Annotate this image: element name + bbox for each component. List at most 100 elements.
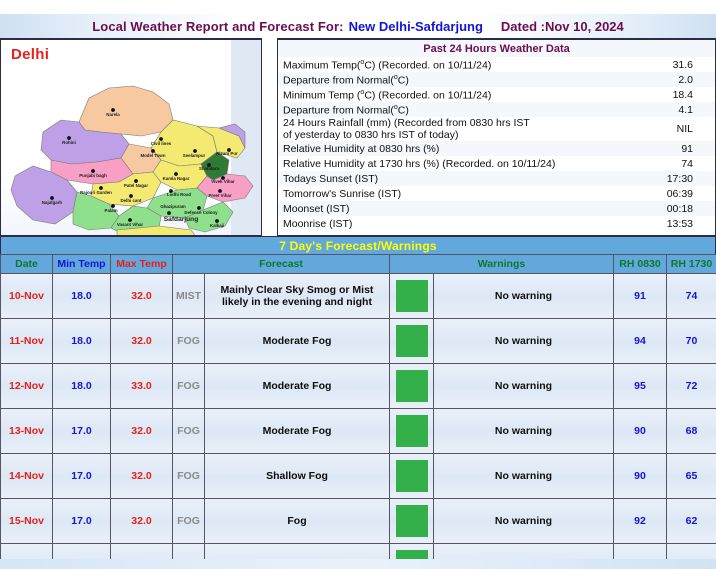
past-24-label: Relative Humidity at 0830 hrs (%) — [278, 141, 624, 156]
column-header-rh-1730[interactable]: RH 1730 — [667, 255, 716, 274]
past-24-label: Todays Sunset (IST) — [278, 171, 624, 186]
report-date: Dated :Nov 10, 2024 — [501, 19, 624, 34]
past-24-row: Maximum Temp(oC) (Recorded. on 10/11/24)… — [278, 57, 715, 72]
map-label-najafgarh: Najafgarh — [42, 200, 63, 205]
past-24-label: Maximum Temp(oC) (Recorded. on 10/11/24) — [278, 57, 624, 72]
warning-icon-cell — [390, 364, 434, 409]
warning-status: No warning — [434, 364, 614, 409]
rh-0830-value: 94 — [614, 319, 667, 364]
forecast-max-temp: 32.0 — [111, 274, 173, 319]
past-24-label: Relative Humidity at 1730 hrs (%) (Recor… — [278, 156, 624, 171]
past-24-value: 13:53 — [624, 216, 715, 231]
map-label-lodhi-road: Lodhi Road — [167, 192, 191, 197]
past-24-heading: Past 24 Hours Weather Data — [278, 40, 715, 57]
past-24-label: 24 Hours Rainfall (mm) (Recorded from 08… — [278, 117, 624, 141]
rh-1730-value: 65 — [667, 454, 716, 499]
column-header-forecast[interactable]: Forecast — [173, 255, 390, 274]
past-24-hours-panel: Past 24 Hours Weather Data Maximum Temp(… — [277, 38, 716, 236]
warning-icon-cell — [390, 319, 434, 364]
map-label-civil-lines: Civil lines — [151, 141, 172, 146]
rh-0830-value: 90 — [614, 454, 667, 499]
forecast-min-temp: 18.0 — [53, 364, 111, 409]
past-24-row: Todays Sunset (IST)17:30 — [278, 171, 715, 186]
forecast-condition-code: MIST — [173, 274, 205, 319]
page-title: Local Weather Report and Forecast For: — [92, 19, 343, 34]
past-24-value: 18.4 — [624, 87, 715, 102]
forecast-condition-code: FOG — [173, 499, 205, 544]
map-label-seelampur: Seelampur — [183, 153, 206, 158]
forecast-max-temp: 32.0 — [111, 499, 173, 544]
rh-1730-value: 72 — [667, 364, 716, 409]
table-row: 13-Nov17.032.0FOGModerate FogNo warning9… — [1, 409, 716, 454]
warning-icon-cell — [390, 409, 434, 454]
delhi-district-map: NarelaRohiniCivil linesModel TownSeelamp… — [1, 40, 262, 236]
forecast-description: Moderate Fog — [205, 364, 390, 409]
forecast-date: 14-Nov — [1, 454, 53, 499]
past-24-value: 2.0 — [624, 72, 715, 87]
warning-status: No warning — [434, 499, 614, 544]
map-label-rohini: Rohini — [62, 140, 76, 145]
forecast-date: 13-Nov — [1, 409, 53, 454]
past-24-label: Moonset (IST) — [278, 201, 624, 216]
map-label-shahdara: Shahdara — [199, 166, 220, 171]
rh-0830-value: 95 — [614, 364, 667, 409]
warning-status: No warning — [434, 409, 614, 454]
forecast-min-temp: 18.0 — [53, 274, 111, 319]
past-24-value: NIL — [624, 117, 715, 141]
table-row: 15-Nov17.032.0FOGFogNo warning9262 — [1, 499, 716, 544]
table-row: 12-Nov18.033.0FOGModerate FogNo warning9… — [1, 364, 716, 409]
map-label-ghazipuram: Ghazipuram — [160, 204, 185, 209]
past-24-row: Minimum Temp (oC) (Recorded. on 10/11/24… — [278, 87, 715, 102]
rh-0830-value: 92 — [614, 499, 667, 544]
map-label-defence-colony: Defence Colony — [184, 210, 218, 215]
delhi-map-panel: Delhi — [0, 38, 262, 236]
forecast-banner-label: 7 Day's Forecast/Warnings — [279, 239, 436, 253]
past-24-value: 17:30 — [624, 171, 715, 186]
map-label-model-town: Model Town — [140, 153, 165, 158]
map-label-palam: Palam — [105, 208, 118, 213]
column-header-warnings[interactable]: Warnings — [390, 255, 614, 274]
rh-1730-value: 62 — [667, 499, 716, 544]
forecast-max-temp: 33.0 — [111, 364, 173, 409]
past-24-label: Tomorrow's Sunrise (IST) — [278, 186, 624, 201]
forecast-table: Date Min Temp Max Temp Forecast Warnings… — [0, 254, 716, 569]
table-row: 11-Nov18.032.0FOGModerate FogNo warning9… — [1, 319, 716, 364]
forecast-condition-code: FOG — [173, 409, 205, 454]
forecast-banner: 7 Day's Forecast/Warnings — [0, 236, 716, 254]
forecast-min-temp: 17.0 — [53, 409, 111, 454]
forecast-date: 10-Nov — [1, 274, 53, 319]
forecast-condition-code: FOG — [173, 319, 205, 364]
map-label-patel-nagar: Patel Nagar — [124, 183, 148, 188]
warning-icon-cell — [390, 454, 434, 499]
page-title-bar: Local Weather Report and Forecast For: N… — [0, 14, 716, 38]
map-label-preet-vihar: Preet Vihar — [208, 193, 231, 198]
map-label-punjabi-bagh: Punjabi bagh — [79, 173, 107, 178]
forecast-description: Fog — [205, 499, 390, 544]
column-header-min-temp[interactable]: Min Temp — [53, 255, 111, 274]
forecast-description: Shallow Fog — [205, 454, 390, 499]
forecast-min-temp: 18.0 — [53, 319, 111, 364]
green-warning-square-icon — [396, 460, 428, 492]
past-24-row: Moonrise (IST)13:53 — [278, 216, 715, 231]
warning-status: No warning — [434, 454, 614, 499]
past-24-value: 74 — [624, 156, 715, 171]
past-24-row: Departure from Normal(oC)2.0 — [278, 72, 715, 87]
past-24-row: 24 Hours Rainfall (mm) (Recorded from 08… — [278, 117, 715, 141]
green-warning-square-icon — [396, 370, 428, 402]
map-title: Delhi — [11, 46, 49, 63]
forecast-max-temp: 32.0 — [111, 319, 173, 364]
green-warning-square-icon — [396, 415, 428, 447]
past-24-row: Moonset (IST)00:18 — [278, 201, 715, 216]
forecast-date: 11-Nov — [1, 319, 53, 364]
rh-0830-value: 91 — [614, 274, 667, 319]
forecast-min-temp: 17.0 — [53, 454, 111, 499]
past-24-label: Departure from Normal(oC) — [278, 102, 624, 117]
past-24-value: 00:18 — [624, 201, 715, 216]
forecast-header-row: Date Min Temp Max Temp Forecast Warnings… — [1, 255, 716, 274]
column-header-rh-0830[interactable]: RH 0830 — [614, 255, 667, 274]
forecast-condition-code: FOG — [173, 364, 205, 409]
column-header-max-temp[interactable]: Max Temp — [111, 255, 173, 274]
column-header-date[interactable]: Date — [1, 255, 53, 274]
warning-icon-cell — [390, 499, 434, 544]
past-24-value: 4.1 — [624, 102, 715, 117]
